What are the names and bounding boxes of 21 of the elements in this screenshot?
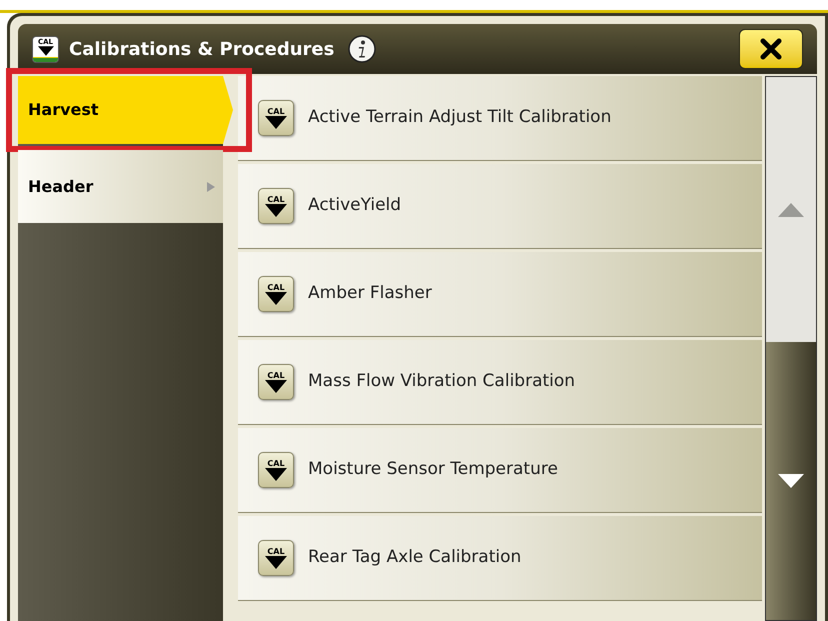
calibration-icon: CAL [258, 276, 294, 312]
close-button[interactable] [739, 29, 803, 69]
scrollbar[interactable] [765, 76, 817, 621]
procedure-item[interactable]: CAL Rear Tag Axle Calibration [238, 516, 762, 601]
calibration-icon: CAL [258, 452, 294, 488]
calibration-icon: CAL [258, 100, 294, 136]
chevron-right-icon [207, 182, 215, 192]
calibration-icon: CAL [258, 540, 294, 576]
calibration-icon: CAL [258, 188, 294, 224]
window-title: Calibrations & Procedures [69, 38, 334, 62]
procedure-item[interactable]: CAL ActiveYield [238, 164, 762, 249]
info-icon[interactable] [348, 35, 376, 63]
procedure-item[interactable]: CAL Active Terrain Adjust Tilt Calibration [238, 76, 762, 161]
procedure-item[interactable]: CAL Mass Flow Vibration Calibration [238, 340, 762, 425]
close-icon [760, 38, 782, 60]
sidebar-tab[interactable]: Header [18, 150, 223, 223]
procedure-item[interactable]: CAL Amber Flasher [238, 252, 762, 337]
sidebar-tab[interactable]: Harvest [18, 76, 233, 144]
procedure-item[interactable]: CAL Moisture Sensor Temperature [238, 428, 762, 513]
calibration-icon: CAL [258, 364, 294, 400]
scroll-down-icon[interactable] [778, 474, 804, 488]
